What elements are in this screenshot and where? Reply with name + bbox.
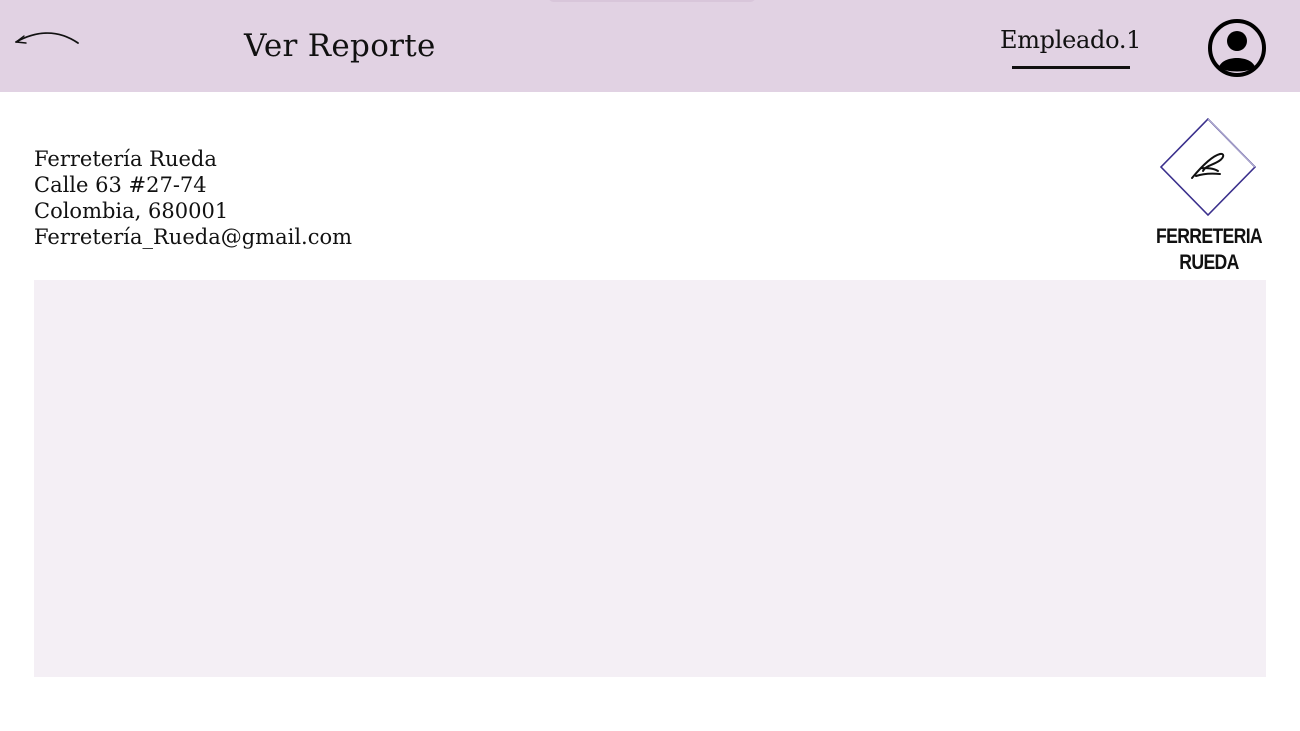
back-button[interactable] — [12, 22, 86, 52]
report-content-panel — [34, 280, 1266, 677]
back-arrow-icon — [15, 32, 79, 44]
top-tab-handle — [548, 0, 756, 2]
company-info: Ferretería Rueda Calle 63 #27-74 Colombi… — [34, 146, 352, 250]
user-name-link[interactable]: Empleado.1 — [1000, 24, 1141, 56]
user-name-underline — [1012, 66, 1130, 69]
user-circle-icon — [1208, 19, 1266, 77]
logo-text: FERRETERIA RUEDA — [1156, 225, 1263, 274]
ferreteria-rueda-logo-icon — [1159, 117, 1257, 217]
company-address: Calle 63 #27-74 — [34, 173, 207, 197]
company-email: Ferretería_Rueda@gmail.com — [34, 225, 353, 249]
company-logo: FERRETERIA RUEDA — [1124, 116, 1294, 274]
avatar-button[interactable] — [1207, 18, 1267, 78]
top-bar: Ver Reporte Empleado.1 — [0, 0, 1300, 92]
company-name: Ferretería Rueda — [34, 147, 217, 171]
company-city: Colombia, 680001 — [34, 199, 229, 223]
page-title: Ver Reporte — [244, 28, 436, 64]
